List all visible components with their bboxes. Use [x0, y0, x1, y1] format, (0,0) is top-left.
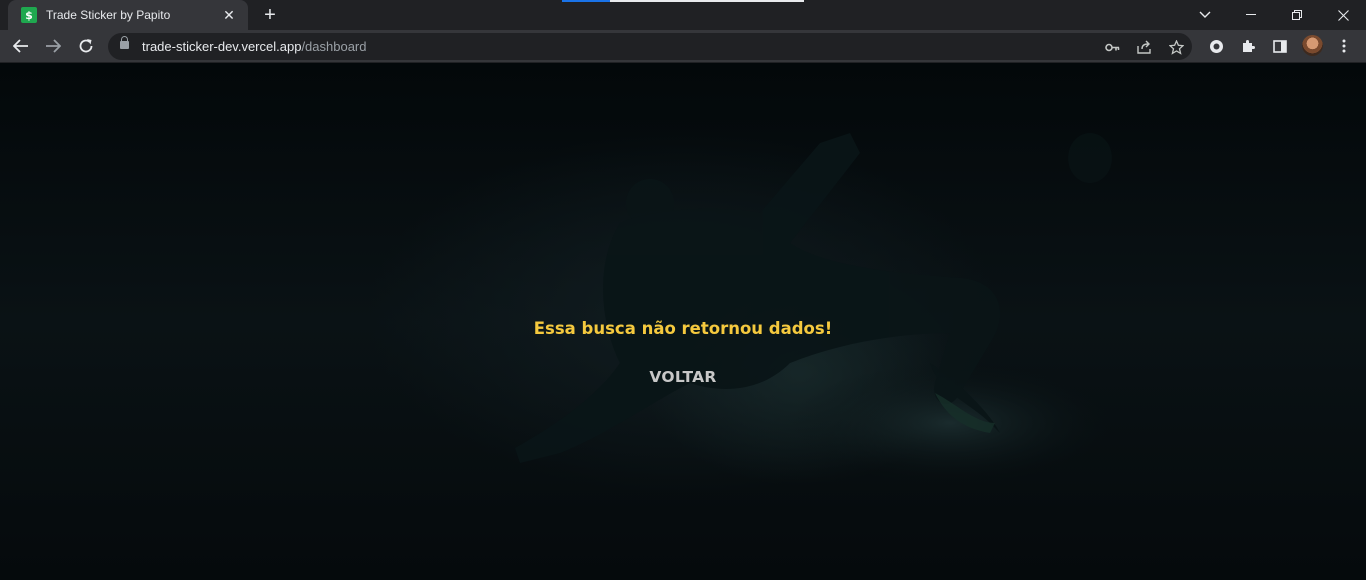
- browser-toolbar: trade-sticker-dev.vercel.app/dashboard: [0, 30, 1366, 63]
- favicon-glyph: $: [25, 8, 33, 22]
- back-icon[interactable]: [8, 34, 34, 58]
- browser-tab[interactable]: $ Trade Sticker by Papito ✕: [8, 0, 248, 30]
- new-tab-icon[interactable]: +: [258, 4, 282, 26]
- empty-result-message: Essa busca não retornou dados!: [533, 319, 833, 338]
- loading-bar: [562, 0, 804, 2]
- tab-strip: $ Trade Sticker by Papito ✕ +: [0, 0, 1366, 30]
- avatar[interactable]: [1302, 35, 1323, 56]
- puzzle-icon[interactable]: [1238, 36, 1258, 56]
- address-bar[interactable]: trade-sticker-dev.vercel.app/dashboard: [108, 33, 1192, 60]
- close-icon[interactable]: ✕: [220, 6, 238, 24]
- dashboard-page: Essa busca não retornou dados! VOLTAR: [0, 63, 1366, 580]
- lock-icon[interactable]: [120, 36, 129, 49]
- key-icon[interactable]: [1102, 37, 1122, 57]
- reload-icon[interactable]: [73, 34, 99, 58]
- tab-search-icon[interactable]: [1182, 0, 1228, 30]
- url-text[interactable]: trade-sticker-dev.vercel.app/dashboard: [142, 39, 367, 54]
- sidepanel-icon[interactable]: [1270, 36, 1290, 56]
- tab-title: Trade Sticker by Papito: [46, 8, 171, 22]
- site-favicon-icon: $: [21, 7, 37, 23]
- share-icon[interactable]: [1134, 37, 1154, 57]
- url-host: trade-sticker-dev.vercel.app: [142, 39, 302, 54]
- restore-icon[interactable]: [1274, 0, 1320, 30]
- back-button[interactable]: VOLTAR: [633, 365, 733, 389]
- minimize-icon[interactable]: [1228, 0, 1274, 30]
- star-icon[interactable]: [1166, 37, 1186, 57]
- extension-icon[interactable]: [1206, 36, 1226, 56]
- window-close-icon[interactable]: [1320, 0, 1366, 30]
- url-path: /dashboard: [301, 39, 367, 54]
- menu-icon[interactable]: [1334, 36, 1354, 56]
- forward-icon[interactable]: [40, 34, 66, 58]
